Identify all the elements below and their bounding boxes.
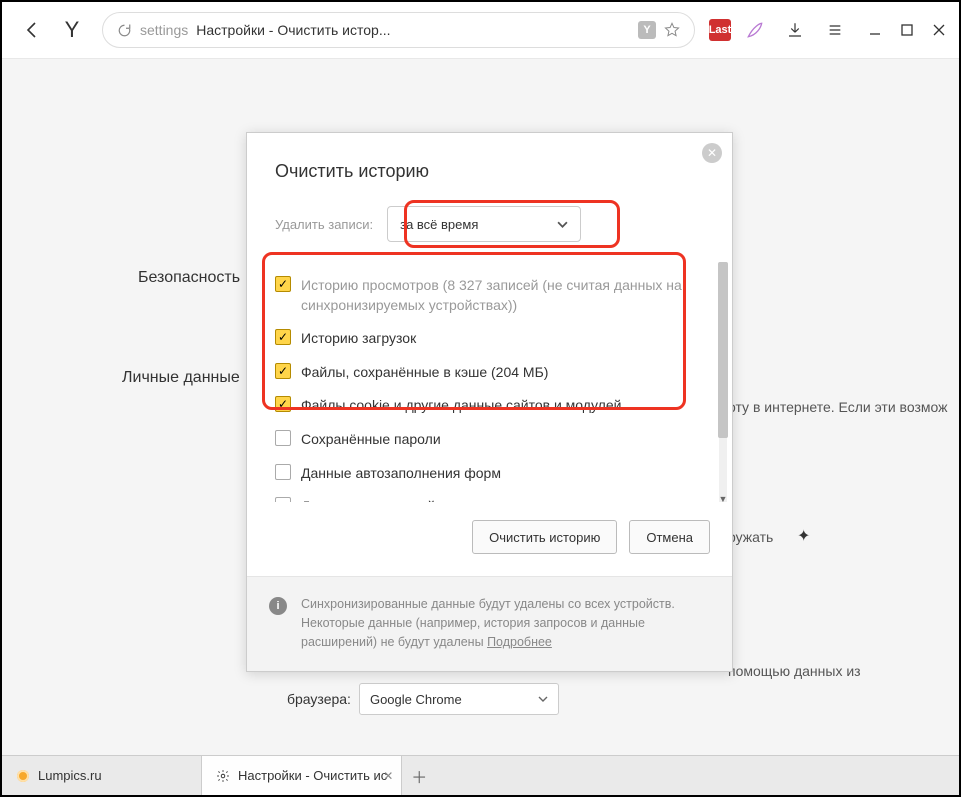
bookmark-star-icon[interactable] [664, 22, 680, 38]
info-icon: i [269, 597, 287, 615]
option-row-6: Данные приложений [275, 497, 708, 502]
address-bar[interactable]: settings Настройки - Очистить истор... Y [102, 12, 695, 48]
dialog-close-button[interactable]: ✕ [702, 143, 722, 163]
sync-note-more-link[interactable]: Подробнее [487, 635, 552, 649]
option-label: Данные приложений [301, 497, 435, 502]
tab-settings[interactable]: Настройки - Очистить ис ✕ [202, 756, 402, 795]
yandex-logo[interactable]: Y [56, 14, 88, 46]
address-prefix: settings [140, 22, 188, 38]
downloads-button[interactable] [779, 14, 811, 46]
tab-bar: Lumpics.ru Настройки - Очистить ис ✕ ＋ [2, 755, 959, 795]
import-browser-select[interactable]: Google Chrome [359, 683, 559, 715]
gear-icon [216, 769, 230, 783]
tab-lumpics[interactable]: Lumpics.ru [2, 756, 202, 795]
option-row-5: Данные автозаполнения форм [275, 464, 708, 484]
sync-note: i Синхронизированные данные будут удален… [247, 576, 732, 671]
sync-note-line2: Некоторые данные (например, история запр… [301, 616, 645, 649]
scroll-thumb[interactable] [718, 262, 728, 438]
extension-lastfm[interactable]: Last [709, 19, 731, 41]
tab-title: Lumpics.ru [38, 768, 102, 783]
sync-note-line1: Синхронизированные данные будут удалены … [301, 597, 675, 611]
import-browser-label: браузера: [287, 691, 351, 707]
close-button[interactable] [933, 24, 945, 36]
protect-badge[interactable]: Y [638, 21, 656, 39]
tab-title: Настройки - Очистить ис [238, 768, 387, 783]
reload-icon[interactable] [117, 23, 132, 38]
tab-favicon-lumpics [16, 769, 30, 783]
bg-text-1: оту в интернете. Если эти возмож [728, 399, 947, 415]
import-browser-value: Google Chrome [370, 692, 462, 707]
address-title: Настройки - Очистить истор... [196, 22, 390, 38]
bg-text-2: ружать [728, 529, 773, 545]
maximize-button[interactable] [901, 24, 913, 36]
checkbox[interactable] [275, 430, 291, 446]
annotation-highlight-dropdown [404, 200, 620, 248]
cancel-button[interactable]: Отмена [629, 520, 710, 554]
back-button[interactable] [16, 14, 48, 46]
dialog-title: Очистить историю [275, 161, 704, 182]
bg-text-3: помощью данных из [728, 663, 861, 679]
chevron-down-icon [538, 694, 548, 704]
new-tab-button[interactable]: ＋ [402, 756, 436, 795]
annotation-highlight-checks [262, 252, 686, 410]
minimize-button[interactable] [869, 24, 881, 36]
import-browser-row: браузера: Google Chrome [287, 683, 559, 715]
scrollbar[interactable]: ▲ ▼ [716, 262, 730, 502]
checkbox[interactable] [275, 464, 291, 480]
menu-button[interactable] [819, 14, 851, 46]
scroll-down-arrow[interactable]: ▼ [716, 494, 730, 502]
option-row-4: Сохранённые пароли [275, 430, 708, 450]
clear-history-button[interactable]: Очистить историю [472, 520, 617, 554]
option-label: Сохранённые пароли [301, 430, 441, 450]
checkbox[interactable] [275, 497, 291, 502]
browser-toolbar: Y settings Настройки - Очистить истор...… [2, 2, 959, 58]
tab-close-button[interactable]: ✕ [383, 769, 393, 783]
section-security: Безопасность [138, 269, 240, 287]
puzzle-icon: ✦ [797, 526, 810, 546]
option-label: Данные автозаполнения форм [301, 464, 501, 484]
delete-records-label: Удалить записи: [275, 217, 373, 232]
section-personal: Личные данные [122, 369, 240, 387]
window-controls [869, 24, 945, 36]
extension-feather-icon[interactable] [739, 14, 771, 46]
